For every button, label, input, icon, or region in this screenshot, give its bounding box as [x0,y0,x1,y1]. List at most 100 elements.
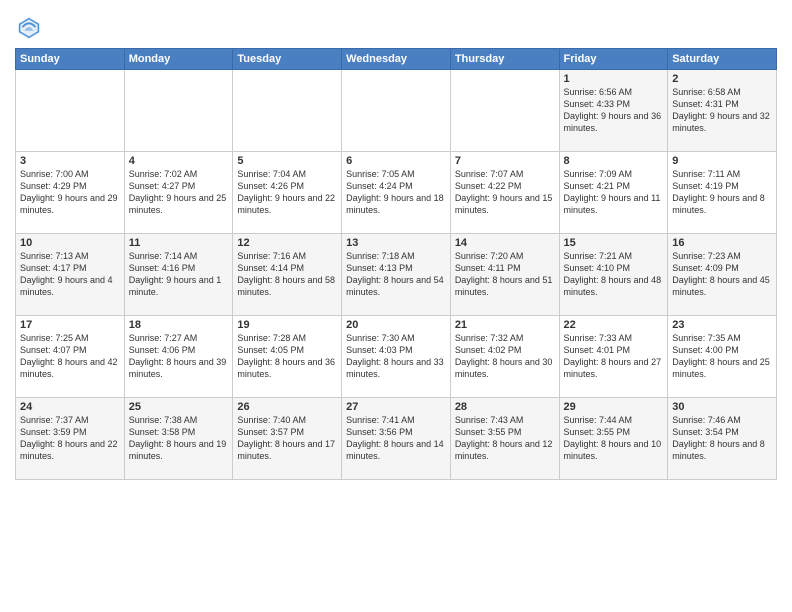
day-number: 22 [564,319,664,331]
day-number: 9 [672,155,772,167]
day-number: 5 [237,155,337,167]
day-info: Sunrise: 7:38 AM Sunset: 3:58 PM Dayligh… [129,414,229,463]
day-number: 4 [129,155,229,167]
day-number: 7 [455,155,555,167]
calendar-header-tuesday: Tuesday [233,49,342,70]
day-info: Sunrise: 6:56 AM Sunset: 4:33 PM Dayligh… [564,86,664,135]
day-number: 2 [672,73,772,85]
day-number: 14 [455,237,555,249]
calendar-cell: 13Sunrise: 7:18 AM Sunset: 4:13 PM Dayli… [342,234,451,316]
calendar-cell: 27Sunrise: 7:41 AM Sunset: 3:56 PM Dayli… [342,398,451,480]
day-info: Sunrise: 7:20 AM Sunset: 4:11 PM Dayligh… [455,250,555,299]
calendar-header-sunday: Sunday [16,49,125,70]
calendar-cell: 28Sunrise: 7:43 AM Sunset: 3:55 PM Dayli… [450,398,559,480]
calendar-cell: 7Sunrise: 7:07 AM Sunset: 4:22 PM Daylig… [450,152,559,234]
calendar-header-monday: Monday [124,49,233,70]
calendar-cell: 15Sunrise: 7:21 AM Sunset: 4:10 PM Dayli… [559,234,668,316]
day-info: Sunrise: 7:37 AM Sunset: 3:59 PM Dayligh… [20,414,120,463]
day-info: Sunrise: 7:00 AM Sunset: 4:29 PM Dayligh… [20,168,120,217]
day-info: Sunrise: 7:18 AM Sunset: 4:13 PM Dayligh… [346,250,446,299]
calendar-cell [342,70,451,152]
calendar-cell: 9Sunrise: 7:11 AM Sunset: 4:19 PM Daylig… [668,152,777,234]
logo-icon [15,14,43,42]
day-info: Sunrise: 7:40 AM Sunset: 3:57 PM Dayligh… [237,414,337,463]
day-number: 13 [346,237,446,249]
day-info: Sunrise: 7:30 AM Sunset: 4:03 PM Dayligh… [346,332,446,381]
day-info: Sunrise: 7:09 AM Sunset: 4:21 PM Dayligh… [564,168,664,217]
calendar-cell: 16Sunrise: 7:23 AM Sunset: 4:09 PM Dayli… [668,234,777,316]
calendar-cell: 6Sunrise: 7:05 AM Sunset: 4:24 PM Daylig… [342,152,451,234]
day-number: 16 [672,237,772,249]
calendar-cell: 17Sunrise: 7:25 AM Sunset: 4:07 PM Dayli… [16,316,125,398]
day-info: Sunrise: 7:33 AM Sunset: 4:01 PM Dayligh… [564,332,664,381]
day-info: Sunrise: 7:23 AM Sunset: 4:09 PM Dayligh… [672,250,772,299]
calendar-cell: 24Sunrise: 7:37 AM Sunset: 3:59 PM Dayli… [16,398,125,480]
calendar-cell: 1Sunrise: 6:56 AM Sunset: 4:33 PM Daylig… [559,70,668,152]
calendar-cell: 21Sunrise: 7:32 AM Sunset: 4:02 PM Dayli… [450,316,559,398]
day-number: 23 [672,319,772,331]
day-info: Sunrise: 7:16 AM Sunset: 4:14 PM Dayligh… [237,250,337,299]
day-number: 11 [129,237,229,249]
calendar-header-wednesday: Wednesday [342,49,451,70]
day-info: Sunrise: 7:27 AM Sunset: 4:06 PM Dayligh… [129,332,229,381]
calendar-cell: 14Sunrise: 7:20 AM Sunset: 4:11 PM Dayli… [450,234,559,316]
day-info: Sunrise: 7:25 AM Sunset: 4:07 PM Dayligh… [20,332,120,381]
day-info: Sunrise: 7:02 AM Sunset: 4:27 PM Dayligh… [129,168,229,217]
calendar-cell: 22Sunrise: 7:33 AM Sunset: 4:01 PM Dayli… [559,316,668,398]
day-info: Sunrise: 7:28 AM Sunset: 4:05 PM Dayligh… [237,332,337,381]
day-number: 18 [129,319,229,331]
day-number: 17 [20,319,120,331]
calendar-week-4: 17Sunrise: 7:25 AM Sunset: 4:07 PM Dayli… [16,316,777,398]
day-number: 29 [564,401,664,413]
day-info: Sunrise: 7:11 AM Sunset: 4:19 PM Dayligh… [672,168,772,217]
day-number: 20 [346,319,446,331]
calendar-cell: 3Sunrise: 7:00 AM Sunset: 4:29 PM Daylig… [16,152,125,234]
day-number: 3 [20,155,120,167]
header [15,10,777,42]
calendar-cell [450,70,559,152]
day-number: 10 [20,237,120,249]
calendar-cell [233,70,342,152]
calendar-cell [16,70,125,152]
calendar-header-thursday: Thursday [450,49,559,70]
calendar-cell: 25Sunrise: 7:38 AM Sunset: 3:58 PM Dayli… [124,398,233,480]
day-info: Sunrise: 7:44 AM Sunset: 3:55 PM Dayligh… [564,414,664,463]
calendar-week-1: 1Sunrise: 6:56 AM Sunset: 4:33 PM Daylig… [16,70,777,152]
day-number: 28 [455,401,555,413]
calendar-table: SundayMondayTuesdayWednesdayThursdayFrid… [15,48,777,480]
day-number: 1 [564,73,664,85]
calendar-week-3: 10Sunrise: 7:13 AM Sunset: 4:17 PM Dayli… [16,234,777,316]
day-info: Sunrise: 7:35 AM Sunset: 4:00 PM Dayligh… [672,332,772,381]
day-info: Sunrise: 7:13 AM Sunset: 4:17 PM Dayligh… [20,250,120,299]
calendar-cell: 8Sunrise: 7:09 AM Sunset: 4:21 PM Daylig… [559,152,668,234]
logo [15,14,47,42]
day-number: 30 [672,401,772,413]
calendar-cell: 4Sunrise: 7:02 AM Sunset: 4:27 PM Daylig… [124,152,233,234]
calendar-week-2: 3Sunrise: 7:00 AM Sunset: 4:29 PM Daylig… [16,152,777,234]
page: SundayMondayTuesdayWednesdayThursdayFrid… [0,0,792,612]
calendar-header-friday: Friday [559,49,668,70]
day-info: Sunrise: 7:07 AM Sunset: 4:22 PM Dayligh… [455,168,555,217]
day-info: Sunrise: 7:21 AM Sunset: 4:10 PM Dayligh… [564,250,664,299]
calendar-cell: 19Sunrise: 7:28 AM Sunset: 4:05 PM Dayli… [233,316,342,398]
day-info: Sunrise: 7:41 AM Sunset: 3:56 PM Dayligh… [346,414,446,463]
day-number: 26 [237,401,337,413]
day-number: 19 [237,319,337,331]
calendar-cell: 10Sunrise: 7:13 AM Sunset: 4:17 PM Dayli… [16,234,125,316]
day-number: 8 [564,155,664,167]
day-number: 12 [237,237,337,249]
day-info: Sunrise: 6:58 AM Sunset: 4:31 PM Dayligh… [672,86,772,135]
day-info: Sunrise: 7:46 AM Sunset: 3:54 PM Dayligh… [672,414,772,463]
calendar-cell: 2Sunrise: 6:58 AM Sunset: 4:31 PM Daylig… [668,70,777,152]
day-info: Sunrise: 7:05 AM Sunset: 4:24 PM Dayligh… [346,168,446,217]
day-info: Sunrise: 7:32 AM Sunset: 4:02 PM Dayligh… [455,332,555,381]
calendar-cell: 26Sunrise: 7:40 AM Sunset: 3:57 PM Dayli… [233,398,342,480]
calendar-cell [124,70,233,152]
calendar-week-5: 24Sunrise: 7:37 AM Sunset: 3:59 PM Dayli… [16,398,777,480]
day-number: 27 [346,401,446,413]
calendar-cell: 30Sunrise: 7:46 AM Sunset: 3:54 PM Dayli… [668,398,777,480]
calendar-cell: 29Sunrise: 7:44 AM Sunset: 3:55 PM Dayli… [559,398,668,480]
calendar-cell: 20Sunrise: 7:30 AM Sunset: 4:03 PM Dayli… [342,316,451,398]
calendar-cell: 23Sunrise: 7:35 AM Sunset: 4:00 PM Dayli… [668,316,777,398]
day-number: 15 [564,237,664,249]
